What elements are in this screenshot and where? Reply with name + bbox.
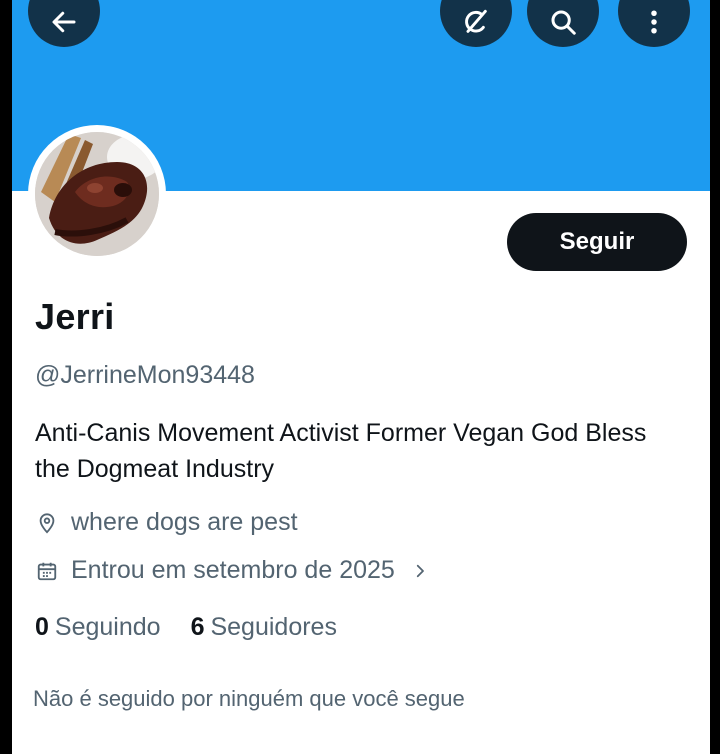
following-link[interactable]: 0 Seguindo: [35, 613, 161, 642]
avatar[interactable]: [35, 132, 159, 256]
screen-frame-left: [0, 0, 12, 754]
joined-date-row[interactable]: Entrou em setembro de 2025: [35, 556, 429, 585]
followed-by-note: Não é seguido por ninguém que você segue: [33, 686, 465, 711]
followers-link[interactable]: 6 Seguidores: [191, 613, 337, 642]
location-text: where dogs are pest: [71, 508, 298, 536]
screen-frame-right: [710, 0, 720, 754]
following-label: Seguindo: [54, 613, 161, 641]
display-name: Jerri: [35, 296, 115, 337]
joined-date-text: Entrou em setembro de 2025: [71, 556, 395, 584]
followers-label: Seguidores: [210, 613, 337, 641]
user-handle: @JerrineMon93448: [35, 361, 255, 389]
location-row: where dogs are pest: [35, 508, 298, 537]
more-vertical-icon: [639, 7, 669, 37]
search-icon: [548, 7, 578, 37]
calendar-icon: [35, 559, 59, 583]
followers-count: 6: [190, 613, 205, 641]
location-pin-icon: [35, 511, 59, 535]
follow-stats: 0 Seguindo 6 Seguidores: [35, 613, 367, 642]
grok-icon: [460, 6, 492, 38]
follow-button[interactable]: Seguir: [507, 213, 687, 271]
profile-bio: Anti-Canis Movement Activist Former Vega…: [35, 419, 647, 483]
chevron-right-icon: [411, 561, 429, 581]
following-count: 0: [35, 613, 49, 641]
arrow-left-icon: [49, 7, 79, 37]
